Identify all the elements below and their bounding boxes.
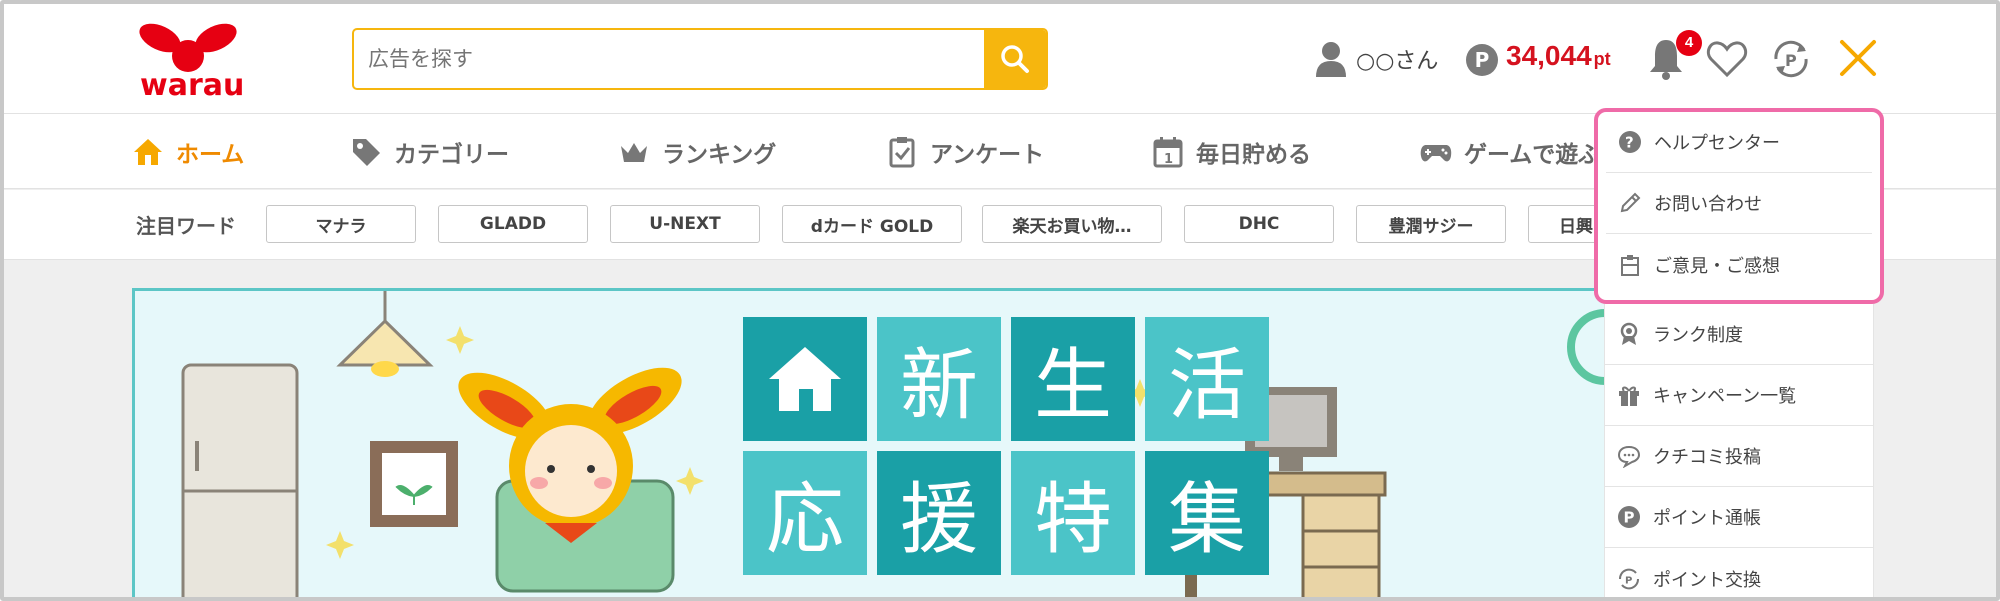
- browser-frame: warau ○○さん P 34,044pt 4: [0, 0, 2000, 601]
- clipboard-check-icon: [889, 136, 915, 167]
- point-unit: pt: [1593, 49, 1611, 69]
- user-name: ○○さん: [1356, 49, 1439, 74]
- mascot-ears-icon: [139, 23, 237, 72]
- trending-word-chip[interactable]: dカード GOLD: [782, 205, 962, 243]
- nav-label: ランキング: [662, 141, 777, 168]
- menu-item-label: クチコミ投稿: [1653, 447, 1761, 468]
- new-life-campaign-banner[interactable]: 新 生 活 応 援 特 集: [132, 288, 1632, 597]
- nav-label: ゲームで遊ぶ: [1464, 141, 1602, 168]
- logo-text: warau: [140, 68, 245, 103]
- user-account-link[interactable]: ○○さん: [1316, 34, 1438, 84]
- search-button[interactable]: [984, 30, 1046, 88]
- nav-games[interactable]: ゲームで遊ぶ: [1420, 114, 1601, 189]
- menu-item-feedback[interactable]: ご意見・ご感想: [1606, 234, 1872, 295]
- menu-item-label: ヘルプセンター: [1654, 133, 1780, 154]
- help-circle-icon: ?: [1619, 131, 1641, 153]
- menu-item-label: ポイント通帳: [1653, 508, 1761, 529]
- gift-icon: [1619, 386, 1639, 406]
- banner-tile: 新: [877, 317, 1001, 441]
- trending-word-chip[interactable]: マナラ: [266, 205, 416, 243]
- clipboard-icon: [1621, 254, 1639, 276]
- nav-ranking[interactable]: ランキング: [618, 114, 776, 189]
- calendar-icon: 1: [1153, 136, 1183, 167]
- home-icon: [769, 347, 841, 411]
- svg-text:P: P: [1624, 509, 1635, 527]
- menu-item-label: ご意見・ご感想: [1654, 255, 1780, 277]
- svg-text:?: ?: [1625, 134, 1634, 152]
- svg-text:1: 1: [1164, 152, 1173, 167]
- site-header: warau ○○さん P 34,044pt 4: [4, 4, 1996, 114]
- highlighted-support-menu: ? ヘルプセンター お問い合わせ ご意見・ご感想: [1594, 108, 1884, 304]
- crown-icon: [621, 142, 647, 162]
- search-input[interactable]: [354, 30, 984, 88]
- search-bar: [352, 28, 1048, 90]
- trending-word-chip[interactable]: 豊潤サジー: [1356, 205, 1506, 243]
- nav-label: 毎日貯める: [1196, 141, 1311, 168]
- notification-count-badge: 4: [1676, 30, 1702, 56]
- user-icon: [1316, 42, 1346, 77]
- menu-item-label: キャンペーン一覧: [1653, 386, 1797, 407]
- point-exchange-icon[interactable]: P: [1768, 36, 1814, 82]
- warau-logo[interactable]: warau: [136, 22, 244, 103]
- menu-item-label: お問い合わせ: [1654, 194, 1762, 215]
- banner-tile: 活: [1145, 317, 1269, 441]
- banner-tile: 集: [1145, 451, 1269, 575]
- menu-item-point-book[interactable]: P ポイント通帳: [1605, 487, 1873, 548]
- nav-daily[interactable]: 1 毎日貯める: [1152, 114, 1311, 189]
- tag-icon: [353, 138, 380, 166]
- speech-bubble-icon: [1617, 445, 1641, 468]
- menu-item-label: ポイント交換: [1653, 569, 1761, 591]
- banner-tile: 援: [877, 451, 1001, 575]
- medal-icon: [1620, 322, 1638, 345]
- menu-item-rank[interactable]: ランク制度: [1605, 304, 1873, 365]
- menu-item-label: ランク制度: [1653, 325, 1743, 346]
- heart-icon[interactable]: [1706, 40, 1748, 78]
- menu-item-contact[interactable]: お問い合わせ: [1606, 173, 1872, 234]
- point-value: 34,044: [1506, 40, 1592, 71]
- nav-label: ホーム: [176, 141, 245, 168]
- point-badge-icon: P: [1466, 44, 1498, 76]
- banner-tile: 特: [1011, 451, 1135, 575]
- banner-tile: 生: [1011, 317, 1135, 441]
- nav-label: カテゴリー: [394, 141, 509, 168]
- nav-home[interactable]: ホーム: [132, 114, 244, 189]
- home-icon: [134, 138, 162, 165]
- nav-survey[interactable]: アンケート: [886, 114, 1044, 189]
- nav-category[interactable]: カテゴリー: [350, 114, 509, 189]
- trending-word-chip[interactable]: DHC: [1184, 205, 1334, 243]
- trending-word-chip[interactable]: U-NEXT: [610, 205, 760, 243]
- menu-item-campaigns[interactable]: キャンペーン一覧: [1605, 365, 1873, 426]
- nav-label: アンケート: [930, 141, 1045, 168]
- dropdown-menu: ランク制度 キャンペーン一覧 クチコミ投稿 P ポイント通帳 P ポイント交換: [1604, 304, 1874, 597]
- pencil-icon: [1620, 192, 1641, 213]
- svg-text:P: P: [1785, 51, 1797, 70]
- banner-tile: 応: [743, 451, 867, 575]
- point-circle-icon: P: [1618, 506, 1640, 528]
- trending-word-chip[interactable]: GLADD: [438, 205, 588, 243]
- trending-words-label: 注目ワード: [136, 214, 236, 238]
- gamepad-icon: [1420, 144, 1452, 161]
- point-exchange-icon: P: [1618, 568, 1640, 589]
- trending-word-chip[interactable]: 楽天お買い物…: [982, 205, 1162, 243]
- menu-item-point-exchange[interactable]: P ポイント交換: [1605, 548, 1873, 597]
- menu-item-review[interactable]: クチコミ投稿: [1605, 426, 1873, 487]
- close-icon[interactable]: [1836, 36, 1880, 80]
- point-balance[interactable]: 34,044 pt: [1506, 40, 1611, 72]
- search-icon: [1001, 45, 1029, 73]
- banner-tile-home: [743, 317, 867, 441]
- svg-text:P: P: [1625, 575, 1632, 586]
- menu-item-help-center[interactable]: ? ヘルプセンター: [1606, 112, 1872, 173]
